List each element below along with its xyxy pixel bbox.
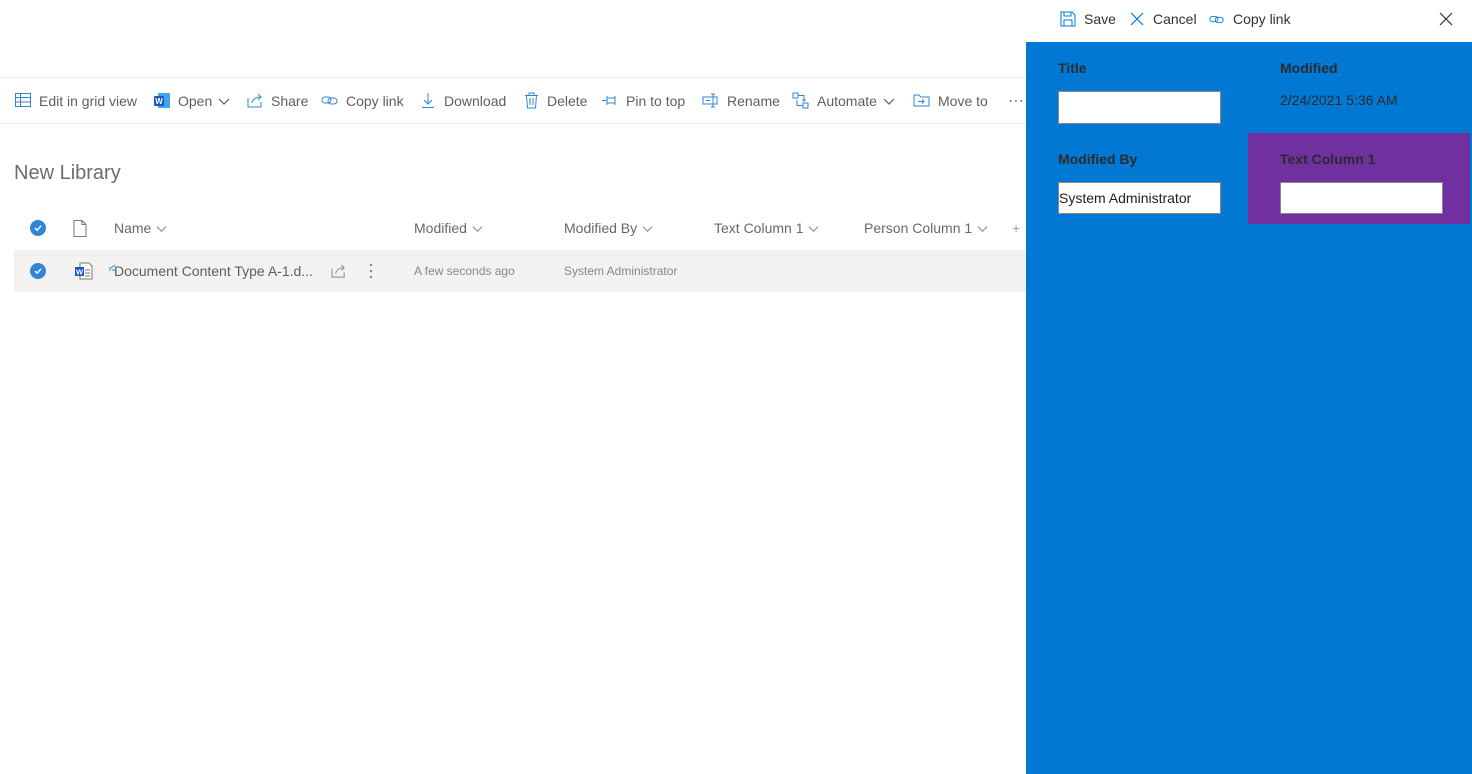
trash-icon: [522, 92, 540, 110]
table-row[interactable]: W Document Content Type A-1.d... A few s…: [14, 250, 1054, 292]
modified-field-label: Modified: [1280, 60, 1338, 76]
open-label: Open: [178, 92, 213, 109]
column-header-text-column-1-label: Text Column 1: [714, 220, 804, 236]
panel-copy-link-label: Copy link: [1233, 11, 1291, 27]
share-label: Share: [271, 92, 309, 109]
copy-link-label: Copy link: [346, 92, 404, 109]
document-icon: [73, 219, 87, 237]
move-to-label: Move to: [938, 92, 988, 109]
column-header-text-column-1[interactable]: Text Column 1: [714, 210, 819, 246]
title-field-label: Title: [1058, 60, 1087, 76]
edit-in-grid-view-button[interactable]: Edit in grid view: [14, 78, 137, 123]
text-column-1-field-label: Text Column 1: [1280, 151, 1376, 167]
rename-button[interactable]: Rename: [702, 78, 780, 123]
automate-label: Automate: [817, 92, 877, 109]
column-header-person-column-1-label: Person Column 1: [864, 220, 973, 236]
delete-label: Delete: [547, 92, 588, 109]
more-actions-icon[interactable]: [369, 250, 373, 292]
close-panel-button[interactable]: [1438, 0, 1462, 38]
column-header-modified-by-label: Modified By: [564, 220, 638, 236]
column-header-modified[interactable]: Modified: [414, 210, 483, 246]
more-options-button[interactable]: ⋯: [1008, 78, 1024, 123]
svg-text:W: W: [155, 97, 163, 106]
column-header-modified-by[interactable]: Modified By: [564, 210, 653, 246]
pin-to-top-label: Pin to top: [626, 92, 686, 109]
save-icon: [1060, 11, 1076, 27]
rename-icon: [702, 92, 720, 110]
cancel-label: Cancel: [1153, 11, 1197, 27]
column-header-name[interactable]: Name: [114, 210, 167, 246]
copy-link-button[interactable]: Copy link: [321, 78, 404, 123]
modified-by-field-label: Modified By: [1058, 151, 1138, 167]
modified-by-cell[interactable]: System Administrator: [564, 250, 677, 292]
link-icon: [1209, 11, 1225, 27]
grid-icon: [14, 92, 32, 110]
chevron-down-icon: [808, 223, 819, 234]
save-label: Save: [1084, 11, 1116, 27]
share-icon[interactable]: [331, 250, 347, 292]
download-label: Download: [444, 92, 507, 109]
open-button[interactable]: W Open: [153, 78, 237, 123]
modified-field-value: 2/24/2021 5:36 AM: [1280, 92, 1398, 108]
column-header-person-column-1[interactable]: Person Column 1: [864, 210, 988, 246]
file-type-header[interactable]: [73, 210, 87, 246]
link-icon: [321, 92, 339, 110]
file-name-link[interactable]: Document Content Type A-1.d...: [114, 250, 313, 292]
column-header-row: Name Modified Modified By Text Column 1 …: [14, 210, 1054, 246]
download-icon: [419, 92, 437, 110]
library-title: New Library: [14, 162, 121, 184]
add-column-button[interactable]: +: [1012, 210, 1020, 246]
delete-button[interactable]: Delete: [522, 78, 587, 123]
chevron-down-icon: [472, 223, 483, 234]
check-circle-icon: [30, 263, 46, 279]
panel-toolbar: Save Cancel Copy link: [1026, 0, 1472, 42]
share-button[interactable]: Share: [246, 78, 308, 123]
pin-icon: [601, 92, 619, 110]
share-icon: [246, 92, 264, 110]
automate-icon: [792, 92, 810, 110]
modified-cell: A few seconds ago: [414, 264, 515, 278]
close-icon: [1129, 11, 1145, 27]
text-column-1-input[interactable]: [1280, 182, 1443, 214]
svg-text:W: W: [76, 267, 84, 276]
pin-to-top-button[interactable]: Pin to top: [601, 78, 685, 123]
rename-label: Rename: [727, 92, 780, 109]
add-column-label: +: [1012, 220, 1021, 236]
edit-in-grid-view-label: Edit in grid view: [39, 92, 138, 109]
close-icon: [1438, 11, 1454, 27]
chevron-down-icon: [977, 223, 988, 234]
column-header-modified-label: Modified: [414, 220, 467, 236]
chevron-down-icon: [156, 223, 167, 234]
row-checkbox[interactable]: [30, 250, 46, 292]
chevron-down-icon: [883, 95, 895, 107]
word-icon: W: [153, 92, 171, 110]
select-all-checkbox[interactable]: [30, 210, 46, 246]
word-file-icon: W: [74, 250, 93, 292]
modified-by-input[interactable]: [1058, 182, 1221, 214]
more-options-label: ⋯: [1008, 92, 1024, 110]
chevron-down-icon: [218, 95, 230, 107]
cancel-button[interactable]: Cancel: [1129, 0, 1197, 38]
chevron-down-icon: [642, 223, 653, 234]
automate-button[interactable]: Automate: [792, 78, 902, 123]
check-circle-icon: [30, 220, 46, 236]
title-input[interactable]: [1058, 91, 1221, 124]
column-header-name-label: Name: [114, 220, 152, 236]
panel-copy-link-button[interactable]: Copy link: [1209, 0, 1291, 38]
move-to-button[interactable]: Move to: [913, 78, 988, 123]
download-button[interactable]: Download: [419, 78, 506, 123]
save-button[interactable]: Save: [1060, 0, 1116, 38]
move-to-icon: [913, 92, 931, 110]
